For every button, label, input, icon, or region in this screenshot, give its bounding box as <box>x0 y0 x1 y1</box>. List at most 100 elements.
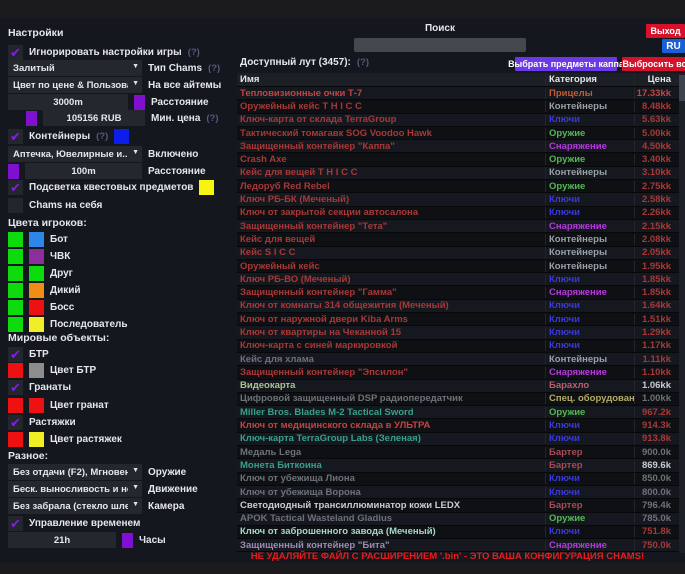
loot-panel: Поиск Выход RU Доступный лут (3457): (?)… <box>237 0 685 574</box>
table-row[interactable]: Кейс для хламаКонтейнеры1.11kk <box>237 353 679 366</box>
table-row[interactable]: Оружейный кейсКонтейнеры1.95kk <box>237 260 679 273</box>
grenade-color-swatch-1[interactable] <box>8 398 23 413</box>
table-row[interactable]: Ключ от убежища ВоронаКлючи800.0k <box>237 486 679 499</box>
table-row[interactable]: Защищенный контейнер "Эпсилон"Снаряжение… <box>237 366 679 379</box>
min-price-input[interactable] <box>43 110 145 126</box>
table-row[interactable]: Crash AxeОружие3.40kk <box>237 153 679 166</box>
btr-color-swatch-2[interactable] <box>29 363 44 378</box>
table-row[interactable]: Ключ от медицинского склада в УЛЬТРАКлюч… <box>237 419 679 432</box>
tripwire-color-swatch-2[interactable] <box>29 432 44 447</box>
table-row[interactable]: Ключ РБ-БК (Меченый)Ключи2.58kk <box>237 193 679 206</box>
chams-type-select[interactable]: Залитый <box>8 60 142 76</box>
table-row[interactable]: Ключ РБ-ВО (Меченый)Ключи1.85kk <box>237 273 679 286</box>
player-color-swatch-1[interactable] <box>8 300 23 315</box>
tripwires-checkbox[interactable] <box>8 415 23 430</box>
container-distance-input[interactable] <box>25 163 142 179</box>
table-row[interactable]: Ключ-карта от склада TerraGroupКлючи5.63… <box>237 114 679 127</box>
hours-label: Часы <box>139 535 166 546</box>
table-row[interactable]: Ключ-карта с синей маркировкойКлючи1.17k… <box>237 340 679 353</box>
quest-highlight-color-swatch[interactable] <box>199 180 214 195</box>
table-row[interactable]: Ключ от убежища ЛионаКлючи850.0k <box>237 473 679 486</box>
table-row[interactable]: Ключ от наружной двери Kiba ArmsКлючи1.5… <box>237 313 679 326</box>
help-hint[interactable]: (?) <box>206 113 218 124</box>
player-color-label: Босс <box>50 302 74 313</box>
table-row[interactable]: Ключ от квартиры на Чеканной 15Ключи1.29… <box>237 326 679 339</box>
item-price: 750.0k <box>635 540 679 551</box>
time-control-checkbox[interactable] <box>8 516 23 531</box>
container-distance-color-swatch[interactable] <box>8 164 19 179</box>
btr-color-swatch-1[interactable] <box>8 363 23 378</box>
player-color-label: Бот <box>50 234 68 245</box>
table-row[interactable]: Ключ от заброшенного завода (Меченый)Клю… <box>237 526 679 539</box>
movement-select[interactable]: Беск. выносливость и нет уста <box>8 481 142 497</box>
containers-color-swatch[interactable] <box>114 129 129 144</box>
search-input[interactable] <box>354 38 526 52</box>
player-color-swatch-2[interactable] <box>29 266 44 281</box>
table-row[interactable]: ВидеокартаБарахло1.06kk <box>237 380 679 393</box>
player-color-swatch-1[interactable] <box>8 249 23 264</box>
table-row[interactable]: Оружейный кейс T H I C CКонтейнеры8.48kk <box>237 100 679 113</box>
player-color-swatch-1[interactable] <box>8 232 23 247</box>
item-name: Оружейный кейс <box>237 261 546 272</box>
table-row[interactable]: Тактический томагавк SOG Voodoo HawkОруж… <box>237 127 679 140</box>
grenade-color-swatch-2[interactable] <box>29 398 44 413</box>
table-row[interactable]: Светодиодный трансиллюминатор кожи LEDXБ… <box>237 499 679 512</box>
hours-color-swatch[interactable] <box>122 533 133 548</box>
distance-label: Расстояние <box>151 97 209 108</box>
chams-self-checkbox[interactable] <box>8 198 23 213</box>
player-color-swatch-1[interactable] <box>8 283 23 298</box>
player-color-swatch-2[interactable] <box>29 283 44 298</box>
select-kappa-items-button[interactable]: Выбрать предметы каппа <box>515 57 617 71</box>
distance-input[interactable] <box>8 94 128 110</box>
table-row[interactable]: Монета БиткоинаБартер869.6k <box>237 459 679 472</box>
scrollbar-thumb[interactable] <box>679 75 685 101</box>
chevron-down-icon <box>132 501 139 508</box>
containers-checkbox[interactable] <box>8 129 23 144</box>
table-row[interactable]: Ледоруб Red RebelОружие2.75kk <box>237 180 679 193</box>
btr-checkbox[interactable] <box>8 347 23 362</box>
tripwire-color-swatch-1[interactable] <box>8 432 23 447</box>
min-price-color-swatch[interactable] <box>26 111 37 126</box>
table-row[interactable]: Защищенный контейнер "Гамма"Снаряжение1.… <box>237 286 679 299</box>
drop-all-button[interactable]: Выбросить все <box>622 57 685 71</box>
column-header-category[interactable]: Категория <box>546 74 635 85</box>
table-row[interactable]: Ключ от закрытой секции автосалонаКлючи2… <box>237 207 679 220</box>
help-hint[interactable]: (?) <box>188 47 200 58</box>
player-color-swatch-2[interactable] <box>29 232 44 247</box>
table-row[interactable]: APOK Tactical Wasteland GladiusОружие785… <box>237 513 679 526</box>
weapon-select[interactable]: Без отдачи (F2), Мгновенное п <box>8 464 142 480</box>
container-filter-select[interactable]: Аптечка, Ювелирные и... <box>8 146 142 162</box>
table-row[interactable]: Тепловизионные очки Т-7Прицелы17.33kk <box>237 87 679 100</box>
distance-color-swatch[interactable] <box>134 95 145 110</box>
hours-input[interactable] <box>8 532 116 548</box>
item-category: Ключи <box>546 526 635 537</box>
table-row[interactable]: Miller Bros. Blades M-2 Tactical SwordОр… <box>237 406 679 419</box>
language-button[interactable]: RU <box>662 39 685 53</box>
table-row[interactable]: Ключ от комнаты 314 общежития (Меченый)К… <box>237 300 679 313</box>
table-row[interactable]: Кейс S I C CКонтейнеры2.05kk <box>237 247 679 260</box>
column-header-name[interactable]: Имя <box>237 74 546 85</box>
table-row[interactable]: Цифровой защищенный DSP радиопередатчикС… <box>237 393 679 406</box>
help-hint[interactable]: (?) <box>96 131 108 142</box>
grenades-checkbox[interactable] <box>8 380 23 395</box>
table-row[interactable]: Кейс для вещей T H I C CКонтейнеры3.10kk <box>237 167 679 180</box>
item-price: 1.64kk <box>635 300 679 311</box>
table-row[interactable]: Медаль LegaБартер900.0k <box>237 446 679 459</box>
camera-select[interactable]: Без забрала (стекло шлема) <box>8 498 142 514</box>
player-color-swatch-2[interactable] <box>29 249 44 264</box>
table-row[interactable]: Ключ-карта TerraGroup Labs (Зеленая)Ключ… <box>237 433 679 446</box>
item-category: Прицелы <box>546 88 635 99</box>
help-hint[interactable]: (?) <box>357 57 369 68</box>
table-row[interactable]: Кейс для вещейКонтейнеры2.08kk <box>237 233 679 246</box>
help-hint[interactable]: (?) <box>208 63 220 74</box>
color-mode-select[interactable]: Цвет по цене & Пользователь <box>8 77 142 93</box>
column-header-price[interactable]: Цена <box>635 74 679 85</box>
table-row[interactable]: Защищенный контейнер "Тета"Снаряжение2.1… <box>237 220 679 233</box>
quest-highlight-checkbox[interactable] <box>8 180 23 195</box>
exit-button[interactable]: Выход <box>646 24 685 38</box>
player-color-swatch-2[interactable] <box>29 300 44 315</box>
player-color-swatch-1[interactable] <box>8 266 23 281</box>
loot-table-scrollbar[interactable] <box>679 73 685 553</box>
table-row[interactable]: Защищенный контейнер "Каппа"Снаряжение4.… <box>237 140 679 153</box>
ignore-game-settings-checkbox[interactable] <box>8 45 23 60</box>
